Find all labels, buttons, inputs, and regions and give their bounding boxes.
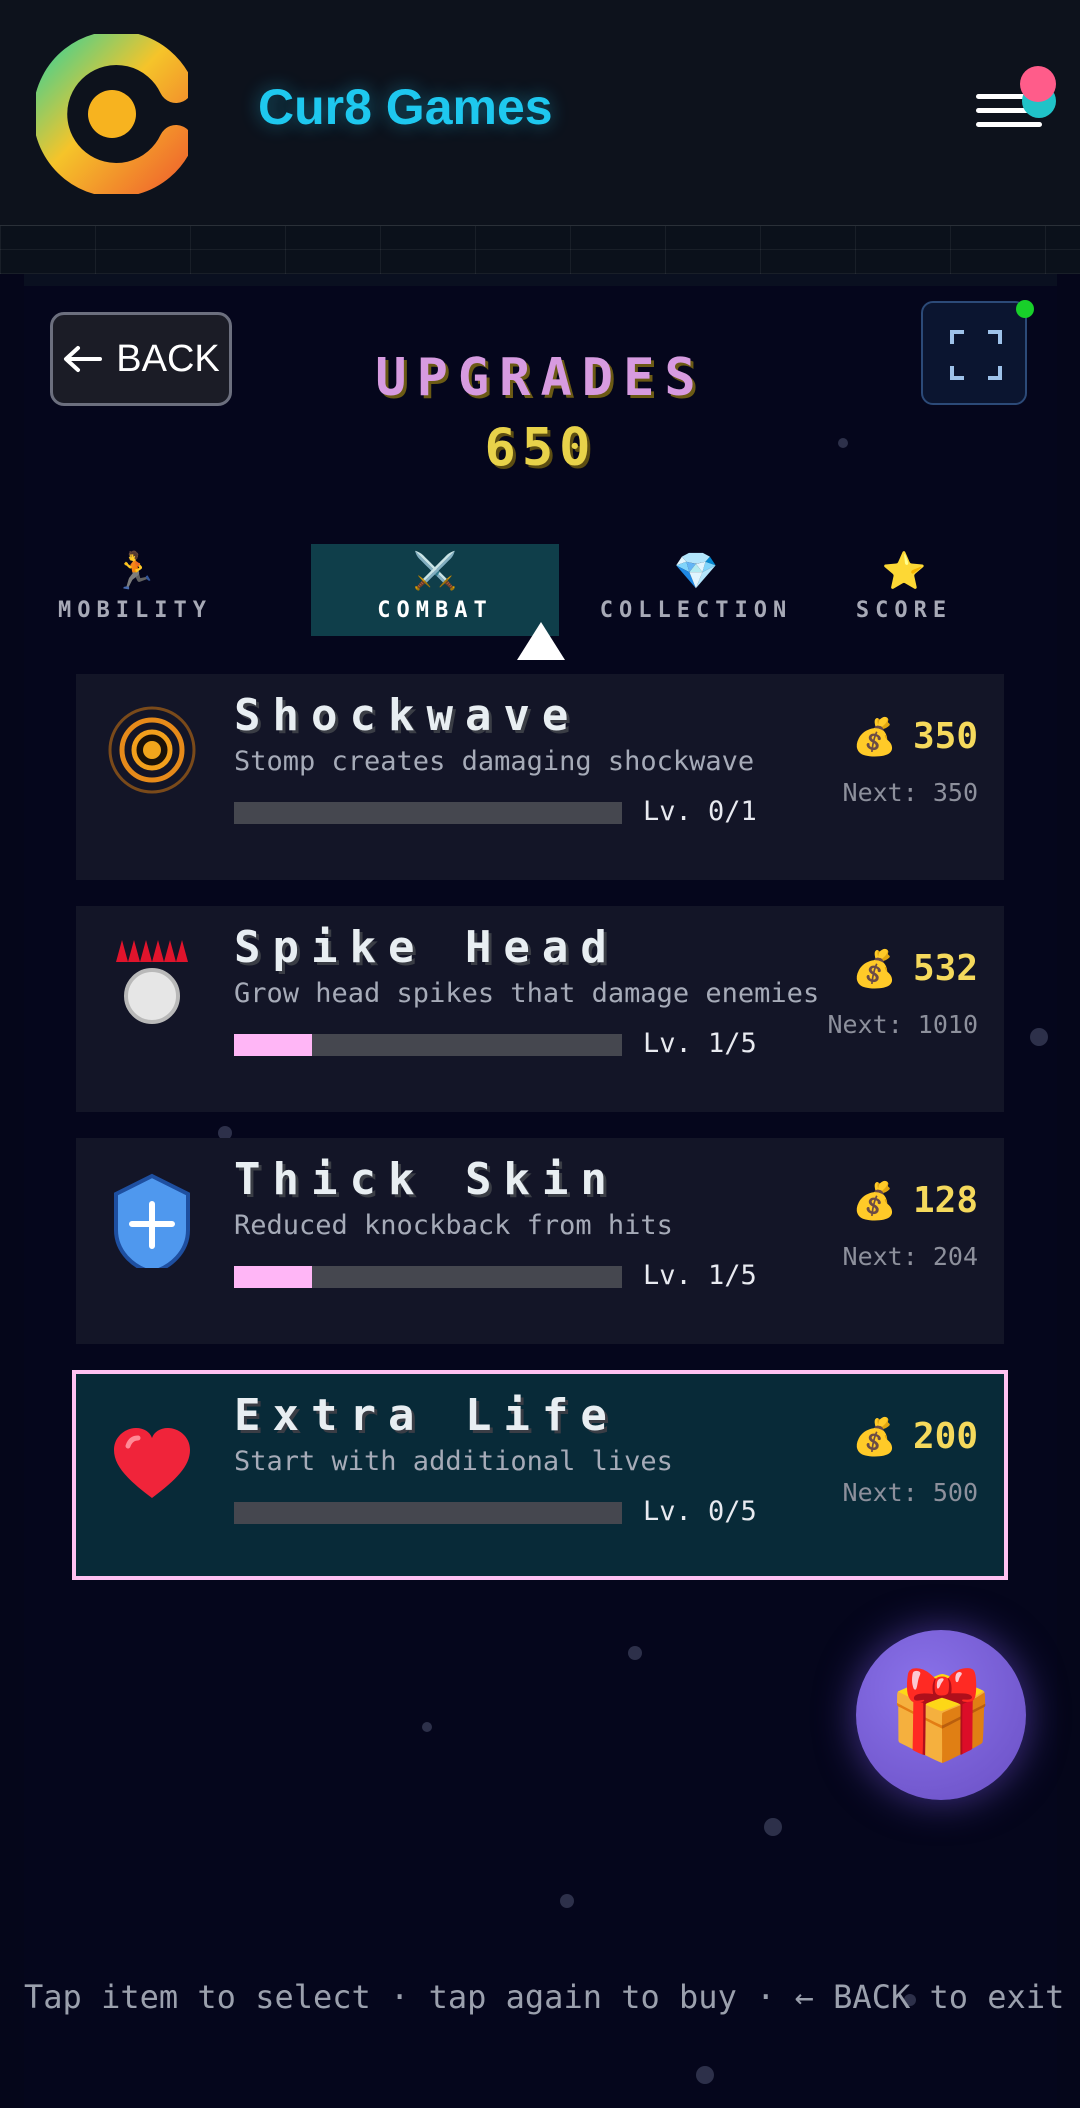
progress-fill	[234, 1034, 312, 1056]
background-star	[696, 2066, 714, 2084]
upgrade-price: 350	[912, 716, 978, 757]
shockwave-icon	[108, 706, 196, 794]
status-led	[1016, 300, 1034, 318]
upgrade-next-price: Next: 500	[842, 1478, 978, 1507]
page-title: UPGRADES	[375, 348, 706, 408]
background-star	[1030, 1028, 1048, 1046]
upgrade-name: Spike Head	[234, 922, 619, 973]
upgrade-card-extra-life[interactable]: Extra Life Start with additional lives L…	[72, 1370, 1008, 1580]
upgrade-next-price: Next: 350	[842, 778, 978, 807]
header-grid-strip	[0, 226, 1080, 274]
money-bag-icon: 💰	[852, 1181, 897, 1222]
upgrade-description: Reduced knockback from hits	[234, 1210, 673, 1241]
gift-icon: 🎁	[887, 1665, 995, 1766]
upgrade-level: Lv. 1/5	[643, 1028, 757, 1059]
upgrade-next-price: Next: 204	[842, 1242, 978, 1271]
money-bag-icon: 💰	[852, 1417, 897, 1458]
upgrade-description: Grow head spikes that damage enemies	[234, 978, 820, 1009]
upgrade-progress-bar	[234, 802, 622, 824]
upgrade-level: Lv. 1/5	[643, 1260, 757, 1291]
site-header: Cur8 Games	[0, 0, 1080, 226]
upgrade-level: Lv. 0/1	[643, 796, 757, 827]
upgrade-card-thick-skin[interactable]: Thick Skin Reduced knockback from hits L…	[76, 1138, 1004, 1344]
brand-name[interactable]: Cur8 Games	[258, 78, 553, 136]
tab-score[interactable]: ⭐ SCORE	[838, 544, 970, 636]
gift-button[interactable]: 🎁	[856, 1630, 1026, 1800]
upgrade-level: Lv. 0/5	[643, 1496, 757, 1527]
upgrade-description: Start with additional lives	[234, 1446, 673, 1477]
background-star	[422, 1722, 432, 1732]
running-icon: 🏃	[112, 551, 158, 592]
upgrade-price: 200	[912, 1416, 978, 1457]
money-bag-icon: 💰	[852, 949, 897, 990]
coin-balance: 650	[484, 418, 597, 478]
upgrade-progress-bar	[234, 1502, 622, 1524]
spike-head-icon	[116, 940, 188, 1024]
controls-hint: Tap item to select · tap again to buy · …	[24, 1978, 1065, 2016]
upgrade-price: 532	[912, 948, 978, 989]
cur8-logo-icon[interactable]	[36, 34, 188, 194]
money-bag-icon: 💰	[852, 717, 897, 758]
tab-collection[interactable]: 💎 COLLECTION	[581, 544, 811, 636]
upgrade-price: 128	[912, 1180, 978, 1221]
upgrade-card-spike-head[interactable]: Spike Head Grow head spikes that damage …	[76, 906, 1004, 1112]
upgrade-name: Shockwave	[234, 690, 581, 741]
notification-dot-pink	[1020, 66, 1056, 102]
tab-mobility[interactable]: 🏃 MOBILITY	[48, 544, 222, 636]
upgrade-card-shockwave[interactable]: Shockwave Stomp creates damaging shockwa…	[76, 674, 1004, 880]
game-screen[interactable]: BACK UPGRADES 650 🏃 MOBILITY ⚔️ COMBAT 💎…	[24, 274, 1065, 2108]
gem-icon: 💎	[673, 551, 719, 592]
background-star	[628, 1646, 642, 1660]
upgrade-description: Stomp creates damaging shockwave	[234, 746, 755, 777]
upgrade-progress-bar	[234, 1034, 622, 1056]
shield-icon	[114, 1173, 190, 1268]
background-star	[764, 1818, 782, 1836]
progress-fill	[234, 1266, 312, 1288]
upgrade-name: Extra Life	[234, 1390, 619, 1441]
tab-label: COMBAT	[377, 598, 493, 623]
upgrade-name: Thick Skin	[234, 1154, 619, 1205]
tab-label: COLLECTION	[599, 598, 793, 623]
heart-icon	[114, 1428, 190, 1498]
upgrade-next-price: Next: 1010	[827, 1010, 978, 1039]
background-star	[560, 1894, 574, 1908]
crossed-swords-icon: ⚔️	[412, 551, 458, 592]
tab-label: SCORE	[855, 598, 953, 623]
active-tab-indicator	[517, 622, 565, 660]
star-icon: ⭐	[881, 551, 927, 592]
upgrade-progress-bar	[234, 1266, 622, 1288]
tab-label: MOBILITY	[58, 598, 212, 623]
